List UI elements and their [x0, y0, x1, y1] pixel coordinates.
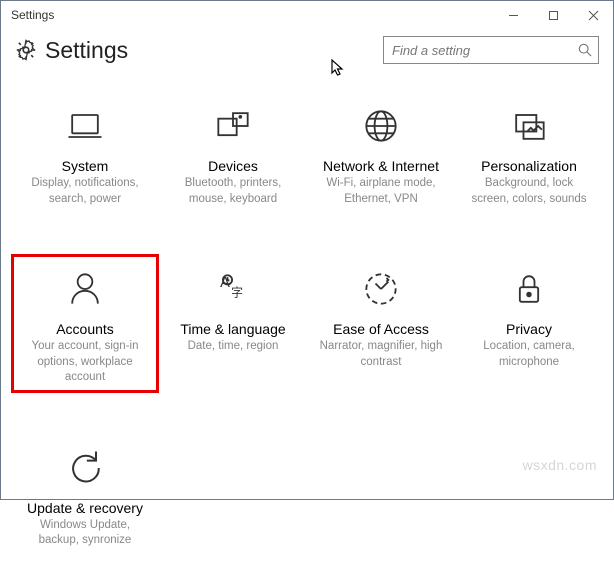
window-controls	[493, 1, 613, 29]
tile-privacy[interactable]: Privacy Location, camera, microphone	[455, 254, 603, 393]
globe-icon	[355, 100, 407, 152]
tile-time-language[interactable]: A 字 Time & language Date, time, region	[159, 254, 307, 393]
search-icon	[578, 43, 592, 57]
search-input[interactable]: Find a setting	[383, 36, 599, 64]
tile-desc: Narrator, magnifier, high contrast	[316, 339, 446, 370]
tile-desc: Location, camera, microphone	[464, 339, 594, 370]
tile-desc: Bluetooth, printers, mouse, keyboard	[168, 176, 298, 207]
gear-icon	[15, 39, 37, 61]
tile-title: Network & Internet	[323, 158, 439, 174]
cursor-icon	[331, 59, 345, 77]
tile-desc: Display, notifications, search, power	[20, 176, 150, 207]
tile-title: System	[62, 158, 109, 174]
tile-title: Update & recovery	[27, 500, 143, 516]
close-button[interactable]	[573, 1, 613, 29]
personalization-icon	[503, 100, 555, 152]
tile-devices[interactable]: Devices Bluetooth, printers, mouse, keyb…	[159, 91, 307, 214]
tile-title: Ease of Access	[333, 321, 429, 337]
tile-desc: Windows Update, backup, synronize	[20, 518, 150, 549]
watermark: wsxdn.com	[522, 457, 597, 473]
ease-of-access-icon	[355, 263, 407, 315]
devices-icon	[207, 100, 259, 152]
header: Settings Find a setting	[1, 29, 613, 71]
tile-title: Privacy	[506, 321, 552, 337]
tile-desc: Background, lock screen, colors, sounds	[464, 176, 594, 207]
minimize-button[interactable]	[493, 1, 533, 29]
update-icon	[59, 442, 111, 494]
tile-update-recovery[interactable]: Update & recovery Windows Update, backup…	[11, 433, 159, 556]
tile-system[interactable]: System Display, notifications, search, p…	[11, 91, 159, 214]
maximize-button[interactable]	[533, 1, 573, 29]
time-language-icon: A 字	[207, 263, 259, 315]
tile-desc: Wi-Fi, airplane mode, Ethernet, VPN	[316, 176, 446, 207]
tile-title: Time & language	[180, 321, 285, 337]
titlebar: Settings	[1, 1, 613, 29]
tile-network[interactable]: Network & Internet Wi-Fi, airplane mode,…	[307, 91, 455, 214]
person-icon	[59, 263, 111, 315]
tile-title: Devices	[208, 158, 258, 174]
search-placeholder: Find a setting	[392, 43, 470, 58]
tile-ease-of-access[interactable]: Ease of Access Narrator, magnifier, high…	[307, 254, 455, 393]
svg-text:字: 字	[231, 285, 243, 299]
settings-grid: System Display, notifications, search, p…	[1, 71, 613, 566]
tile-title: Accounts	[56, 321, 114, 337]
lock-icon	[503, 263, 555, 315]
tile-accounts[interactable]: Accounts Your account, sign-in options, …	[11, 254, 159, 393]
laptop-icon	[59, 100, 111, 152]
tile-desc: Your account, sign-in options, workplace…	[20, 339, 150, 386]
window-title: Settings	[11, 8, 54, 22]
tile-title: Personalization	[481, 158, 577, 174]
tile-desc: Date, time, region	[186, 339, 281, 355]
tile-personalization[interactable]: Personalization Background, lock screen,…	[455, 91, 603, 214]
